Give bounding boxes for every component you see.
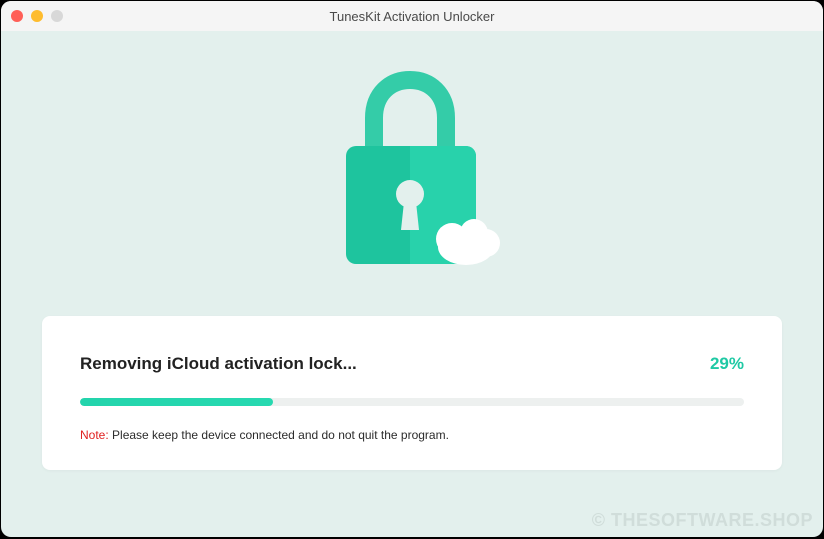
watermark: © THESOFTWARE.SHOP (592, 510, 813, 531)
progress-bar (80, 398, 744, 406)
titlebar: TunesKit Activation Unlocker (1, 1, 823, 31)
window-title: TunesKit Activation Unlocker (1, 9, 823, 24)
lock-icon (322, 66, 502, 276)
minimize-button[interactable] (31, 10, 43, 22)
progress-fill (80, 398, 273, 406)
content-area: Removing iCloud activation lock... 29% N… (1, 31, 823, 537)
note-text: Please keep the device connected and do … (109, 428, 449, 442)
progress-panel: Removing iCloud activation lock... 29% N… (42, 316, 782, 470)
traffic-lights (11, 10, 63, 22)
maximize-button[interactable] (51, 10, 63, 22)
progress-percent: 29% (710, 354, 744, 374)
app-window: TunesKit Activation Unlocker (1, 1, 823, 537)
note-line: Note: Please keep the device connected a… (80, 428, 744, 442)
progress-header: Removing iCloud activation lock... 29% (80, 354, 744, 374)
note-label: Note: (80, 428, 109, 442)
close-button[interactable] (11, 10, 23, 22)
progress-title: Removing iCloud activation lock... (80, 354, 357, 374)
